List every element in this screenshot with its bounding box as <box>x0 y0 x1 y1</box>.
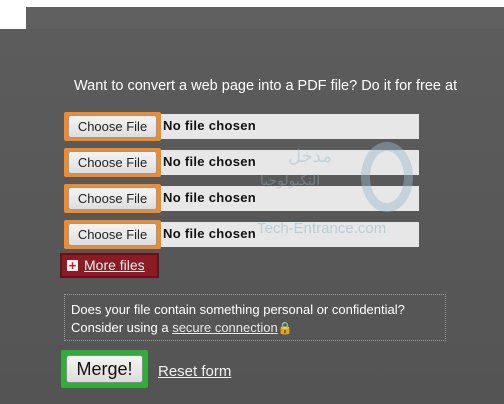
notice-line-1: Does your file contain something persona… <box>71 302 405 317</box>
choose-file-button-3[interactable]: Choose File <box>68 187 157 210</box>
file-status-2: No file chosen <box>163 154 257 169</box>
choose-file-button-2[interactable]: Choose File <box>68 151 157 174</box>
notice-prefix: Consider using a <box>71 320 169 335</box>
notice-line-2: Consider using a secure connection🔒 <box>71 319 445 337</box>
lock-icon: 🔒 <box>277 321 293 335</box>
file-input-row-1: Choose File No file chosen <box>64 112 419 141</box>
merge-button[interactable]: Merge! <box>66 355 143 383</box>
file-status-1: No file chosen <box>163 118 257 133</box>
file-input-row-2: Choose File No file chosen <box>64 148 419 177</box>
choose-file-button-4[interactable]: Choose File <box>68 223 157 246</box>
more-files-label[interactable]: More files <box>84 257 145 273</box>
reset-form-link[interactable]: Reset form <box>158 363 231 380</box>
choose-file-button-1[interactable]: Choose File <box>68 115 157 138</box>
more-files-button[interactable]: + More files <box>60 253 159 278</box>
privacy-notice: Does your file contain something persona… <box>64 294 446 341</box>
plus-icon: + <box>67 258 78 273</box>
intro-text: Want to convert a web page into a PDF fi… <box>74 78 458 94</box>
file-status-4: No file chosen <box>163 226 257 241</box>
secure-connection-link[interactable]: secure connection <box>172 320 278 335</box>
file-status-3: No file chosen <box>163 190 257 205</box>
file-input-row-4: Choose File No file chosen <box>64 220 419 249</box>
file-input-row-3: Choose File No file chosen <box>64 184 419 213</box>
